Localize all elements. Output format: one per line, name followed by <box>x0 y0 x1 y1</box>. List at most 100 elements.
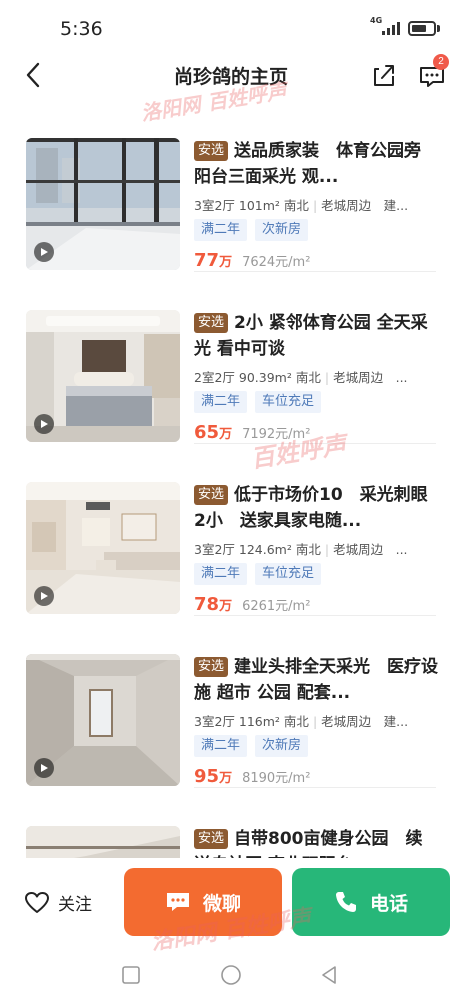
video-play-button[interactable] <box>34 414 54 434</box>
listing-info: 3室2厅 124.6m² 南北 | 老城周边 ... <box>194 539 438 558</box>
feature-chips: 满二年 次新房 <box>194 735 309 757</box>
floor-area: 124.6m² <box>238 542 292 557</box>
video-play-button[interactable] <box>34 242 54 262</box>
price-unit: 万 <box>219 255 233 270</box>
listing-thumbnail <box>26 826 180 858</box>
total-price: 77 <box>194 250 220 271</box>
call-label: 电话 <box>369 892 408 915</box>
video-play-button[interactable] <box>34 586 54 606</box>
anxuan-tag: 安选 <box>194 313 229 333</box>
listing-card[interactable]: 安选 低于市场价10 采光刺眼 2小 送家具家电随... 3室2厅 124.6m²… <box>0 430 462 616</box>
feature-chip: 满二年 <box>194 391 248 413</box>
play-icon <box>41 420 48 428</box>
orientation: 南北 <box>295 370 321 385</box>
system-back-button[interactable] <box>314 960 344 990</box>
info-separator: | <box>324 542 330 557</box>
unit-price: 8190元/m² <box>242 771 311 786</box>
orientation: 南北 <box>283 198 309 213</box>
feature-chips: 满二年 车位充足 <box>194 563 322 585</box>
price-line: 78万 6261元/m² <box>194 594 310 615</box>
feature-chip: 次新房 <box>255 219 309 241</box>
feature-chip: 满二年 <box>194 219 248 241</box>
orientation: 南北 <box>283 714 309 729</box>
total-price: 95 <box>194 766 220 787</box>
price-line: 77万 7624元/m² <box>194 250 310 271</box>
wechat-chat-button[interactable]: 微聊 <box>124 868 282 936</box>
listing-thumbnail <box>26 138 180 270</box>
heart-icon <box>25 891 49 913</box>
listing-thumbnail <box>26 482 180 614</box>
message-badge: 2 <box>433 54 449 70</box>
recent-apps-button[interactable] <box>116 960 146 990</box>
info-separator: | <box>312 714 318 729</box>
floor-area: 101m² <box>238 198 280 213</box>
play-icon <box>41 592 48 600</box>
call-button[interactable]: 电话 <box>292 868 450 936</box>
system-nav-bar <box>0 950 462 1000</box>
room-layout: 3室2厅 <box>194 198 235 213</box>
wechat-label: 微聊 <box>202 892 241 915</box>
battery-icon <box>408 21 436 36</box>
total-price: 78 <box>194 594 220 615</box>
info-separator: | <box>312 198 318 213</box>
location: 老城周边 ... <box>333 370 408 385</box>
chat-bubble-icon <box>166 893 189 911</box>
orientation: 南北 <box>295 542 321 557</box>
unit-price: 7624元/m² <box>242 255 311 270</box>
follow-button[interactable]: 关注 <box>24 890 92 915</box>
listing-info: 3室2厅 116m² 南北 | 老城周边 建... <box>194 711 438 730</box>
unit-price: 6261元/m² <box>242 599 311 614</box>
video-play-button[interactable] <box>34 758 54 778</box>
unit-price: 7192元/m² <box>242 427 311 442</box>
price-line: 65万 7192元/m² <box>194 422 310 443</box>
listing-thumbnail <box>26 310 180 442</box>
play-icon <box>41 764 48 772</box>
anxuan-tag: 安选 <box>194 657 229 677</box>
feature-chip: 次新房 <box>255 735 309 757</box>
location: 老城周边 建... <box>321 198 409 213</box>
total-price: 65 <box>194 422 220 443</box>
battery-level <box>412 25 426 32</box>
price-unit: 万 <box>219 599 233 614</box>
circle-icon <box>221 965 241 985</box>
anxuan-tag: 安选 <box>194 829 229 849</box>
listing-title-block: 安选自带800亩健身公园 续送自社区 南北双阳台 <box>194 826 438 858</box>
listing-card[interactable]: 安选 2小 紧邻体育公园 全天采光 看中可谈 2室2厅 90.39m² 南北 | 老城… <box>0 272 462 444</box>
feature-chip: 满二年 <box>194 735 248 757</box>
share-button[interactable] <box>369 60 399 90</box>
triangle-back-icon <box>322 966 336 984</box>
listing-card[interactable]: 安选 建业头排全天采光 医疗设施 超市 公园 配套... 3室2厅 116m² 南… <box>0 616 462 788</box>
anxuan-tag: 安选 <box>194 485 229 505</box>
network-type: 4G <box>370 16 383 25</box>
anxuan-tag: 安选 <box>194 141 229 161</box>
listing-card[interactable]: 安选自带800亩健身公园 续送自社区 南北双阳台 <box>0 788 462 858</box>
room-layout: 3室2厅 <box>194 714 235 729</box>
listing-list[interactable]: 安选 送品质家装 体育公园旁 阳台三面采光 观... 3室2厅 101m² 南北 |… <box>0 100 462 858</box>
room-layout: 3室2厅 <box>194 542 235 557</box>
listing-title-block: 安选 送品质家装 体育公园旁 阳台三面采光 观... <box>194 138 438 190</box>
square-icon <box>122 966 140 984</box>
listing-title-block: 安选 2小 紧邻体育公园 全天采光 看中可谈 <box>194 310 438 362</box>
status-bar: 5:36 4G <box>0 0 462 50</box>
floor-area: 116m² <box>238 714 280 729</box>
share-icon <box>374 65 394 86</box>
price-line: 95万 8190元/m² <box>194 766 310 787</box>
feature-chip: 车位充足 <box>255 391 322 413</box>
signal-indicator: 4G <box>370 16 404 36</box>
phone-icon <box>335 892 356 912</box>
status-time: 5:36 <box>60 18 103 40</box>
feature-chip: 满二年 <box>194 563 248 585</box>
home-button[interactable] <box>216 960 246 990</box>
listing-title-block: 安选 建业头排全天采光 医疗设施 超市 公园 配套... <box>194 654 438 706</box>
listing-card[interactable]: 安选 送品质家装 体育公园旁 阳台三面采光 观... 3室2厅 101m² 南北 |… <box>0 100 462 272</box>
price-unit: 万 <box>219 771 233 786</box>
feature-chips: 满二年 车位充足 <box>194 391 322 413</box>
top-nav-bar: 尚珍鸽的主页 2 洛阳网 百姓呼声 <box>0 50 462 125</box>
listing-info: 3室2厅 101m² 南北 | 老城周边 建... <box>194 195 438 214</box>
location: 老城周边 建... <box>321 714 409 729</box>
feature-chips: 满二年 次新房 <box>194 219 309 241</box>
bottom-action-bar: 关注 微聊 电话 洛阳网 百姓呼声 <box>0 860 462 955</box>
listing-title-block: 安选 低于市场价10 采光刺眼 2小 送家具家电随... <box>194 482 438 534</box>
listing-title: 送品质家装 体育公园旁 阳台三面采光 观... <box>194 141 438 187</box>
floor-area: 90.39m² <box>238 370 292 385</box>
